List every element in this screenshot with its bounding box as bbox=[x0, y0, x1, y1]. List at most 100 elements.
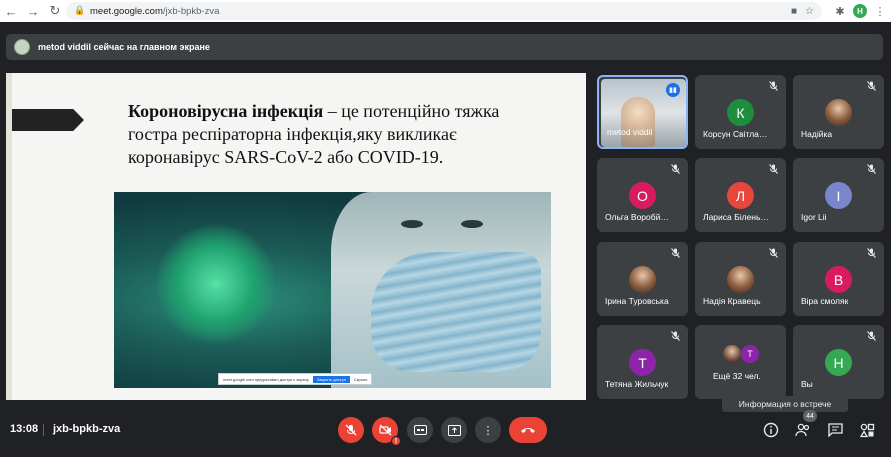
more-vert-icon: ⋮ bbox=[482, 424, 494, 437]
participant-avatar: О bbox=[629, 182, 656, 209]
current-time: 13:08 bbox=[10, 423, 39, 435]
camera-off-icon bbox=[378, 424, 391, 436]
mic-off-icon bbox=[867, 331, 876, 343]
slide-image bbox=[114, 192, 551, 388]
participant-name: metod viddil bbox=[607, 127, 653, 137]
profile-avatar[interactable]: H bbox=[853, 4, 867, 18]
slide-arrow-shape bbox=[12, 109, 84, 131]
participant-name: Вы bbox=[801, 379, 813, 389]
eye-shape bbox=[401, 220, 423, 228]
participant-avatar: Т bbox=[629, 349, 656, 376]
shared-screen: Короновірусна інфекція – це потенційно т… bbox=[6, 73, 586, 400]
more-participants-avatars: Т bbox=[723, 345, 759, 363]
slide-title: Короновірусна інфекція bbox=[128, 101, 324, 121]
participant-avatar bbox=[825, 99, 852, 126]
camera-indicator-icon[interactable]: ■ bbox=[791, 6, 797, 17]
url-path: /jxb-bpkb-zva bbox=[162, 5, 220, 17]
hang-up-icon bbox=[521, 428, 535, 433]
participant-name: Igor Lii bbox=[801, 212, 827, 222]
participant-video-person bbox=[621, 97, 655, 147]
participant-name: Корсун Світла… bbox=[703, 129, 768, 139]
slide-text: Короновірусна інфекція – це потенційно т… bbox=[128, 100, 548, 169]
participant-avatar: Н bbox=[825, 349, 852, 376]
participant-avatar bbox=[629, 266, 656, 293]
mic-off-icon bbox=[769, 81, 778, 93]
participant-tile[interactable]: Т Тетяна Жильчук bbox=[597, 325, 688, 399]
chat-icon bbox=[827, 423, 843, 437]
browser-toolbar: ← → ↻ 🔒 meet.google.com/jxb-bpkb-zva ■ ☆… bbox=[0, 0, 891, 22]
present-now-button[interactable] bbox=[441, 417, 467, 443]
presenting-banner: metod viddil сейчас на главном экране bbox=[6, 34, 883, 60]
stop-sharing-button[interactable]: Закрыть доступ bbox=[312, 375, 350, 383]
back-icon[interactable]: ← bbox=[0, 0, 22, 22]
participant-tile[interactable]: Н Вы bbox=[793, 325, 884, 399]
activities-shapes-icon bbox=[859, 423, 874, 437]
participant-name: Віра смоляк bbox=[801, 296, 849, 306]
bookmark-star-icon[interactable]: ☆ bbox=[805, 6, 814, 17]
meeting-details-button[interactable] bbox=[761, 420, 781, 440]
participant-name: Тетяна Жильчук bbox=[605, 379, 669, 389]
participant-avatar: В bbox=[825, 266, 852, 293]
participant-tile[interactable]: В Віра смоляк bbox=[793, 242, 884, 316]
participant-tile[interactable]: Надійка bbox=[793, 75, 884, 149]
camera-toggle-button[interactable]: ! bbox=[372, 417, 401, 446]
mic-off-icon bbox=[867, 248, 876, 260]
mic-off-icon bbox=[671, 164, 680, 176]
mic-off-icon bbox=[769, 164, 778, 176]
meeting-info-tooltip: Информация о встрече bbox=[722, 396, 848, 412]
warning-icon: ! bbox=[391, 436, 401, 446]
participant-name: Надія Кравець bbox=[703, 296, 761, 306]
participant-name: Ірина Туровська bbox=[605, 296, 669, 306]
extensions-icon[interactable]: ✱ bbox=[833, 4, 847, 18]
info-icon bbox=[763, 422, 779, 438]
participant-tile[interactable]: I Igor Lii bbox=[793, 158, 884, 232]
mic-off-icon bbox=[671, 248, 680, 260]
medical-mask-illustration bbox=[371, 252, 541, 372]
chat-button[interactable] bbox=[825, 420, 845, 440]
avatar: Т bbox=[741, 345, 759, 363]
eye-shape bbox=[461, 220, 483, 228]
hide-notice-button[interactable]: Скрыть bbox=[354, 377, 368, 382]
participant-tile[interactable]: Ірина Туровська bbox=[597, 242, 688, 316]
mic-toggle-button[interactable] bbox=[338, 417, 364, 443]
present-screen-icon bbox=[447, 424, 461, 436]
browser-menu-icon[interactable]: ⋮ bbox=[873, 4, 887, 18]
forward-icon[interactable]: → bbox=[22, 0, 44, 22]
participant-tile[interactable]: К Корсун Світла… bbox=[695, 75, 786, 149]
mic-off-icon bbox=[867, 81, 876, 93]
lock-icon: 🔒 bbox=[74, 5, 86, 15]
participant-tile[interactable]: ▮▮ metod viddil bbox=[597, 75, 688, 149]
participant-avatar: Л bbox=[727, 182, 754, 209]
address-bar[interactable]: 🔒 meet.google.com/jxb-bpkb-zva ■ ☆ bbox=[66, 2, 822, 20]
meeting-controls-bar: 13:08 jxb-bpkb-zva ! ⋮ 44 bbox=[0, 410, 891, 457]
virus-illustration bbox=[156, 224, 276, 344]
participants-button[interactable] bbox=[793, 420, 813, 440]
meeting-code: jxb-bpkb-zva bbox=[53, 423, 121, 435]
mic-off-icon bbox=[671, 331, 680, 343]
mic-off-icon bbox=[769, 248, 778, 260]
avatar bbox=[723, 345, 741, 363]
captions-icon bbox=[413, 425, 427, 435]
participant-avatar: I bbox=[825, 182, 852, 209]
leave-call-button[interactable] bbox=[509, 417, 547, 443]
reload-icon[interactable]: ↻ bbox=[44, 0, 66, 22]
participant-tile[interactable]: Л Лариса Білень… bbox=[695, 158, 786, 232]
slide-decoration bbox=[6, 73, 12, 400]
more-options-button[interactable]: ⋮ bbox=[475, 417, 501, 443]
participant-avatar: К bbox=[727, 99, 754, 126]
presenter-avatar bbox=[14, 39, 30, 55]
participant-count-badge: 44 bbox=[803, 410, 817, 422]
url-host: meet.google.com bbox=[90, 5, 163, 17]
more-participants-label: Ещё 32 чел. bbox=[713, 371, 761, 381]
participant-avatar bbox=[727, 266, 754, 293]
share-notice-bar: meet.google.com предоставил доступ к экр… bbox=[218, 373, 372, 385]
captions-button[interactable] bbox=[407, 417, 433, 443]
mic-off-icon bbox=[345, 424, 357, 436]
activities-button[interactable] bbox=[857, 420, 877, 440]
people-icon bbox=[795, 423, 810, 437]
doctor-face-illustration bbox=[331, 192, 551, 388]
participant-tile[interactable]: Т Ещё 32 чел. bbox=[695, 325, 786, 399]
participant-tile[interactable]: Надія Кравець bbox=[695, 242, 786, 316]
presenting-text: metod viddil сейчас на главном экране bbox=[38, 42, 210, 52]
participant-tile[interactable]: О Ольга Воробй… bbox=[597, 158, 688, 232]
